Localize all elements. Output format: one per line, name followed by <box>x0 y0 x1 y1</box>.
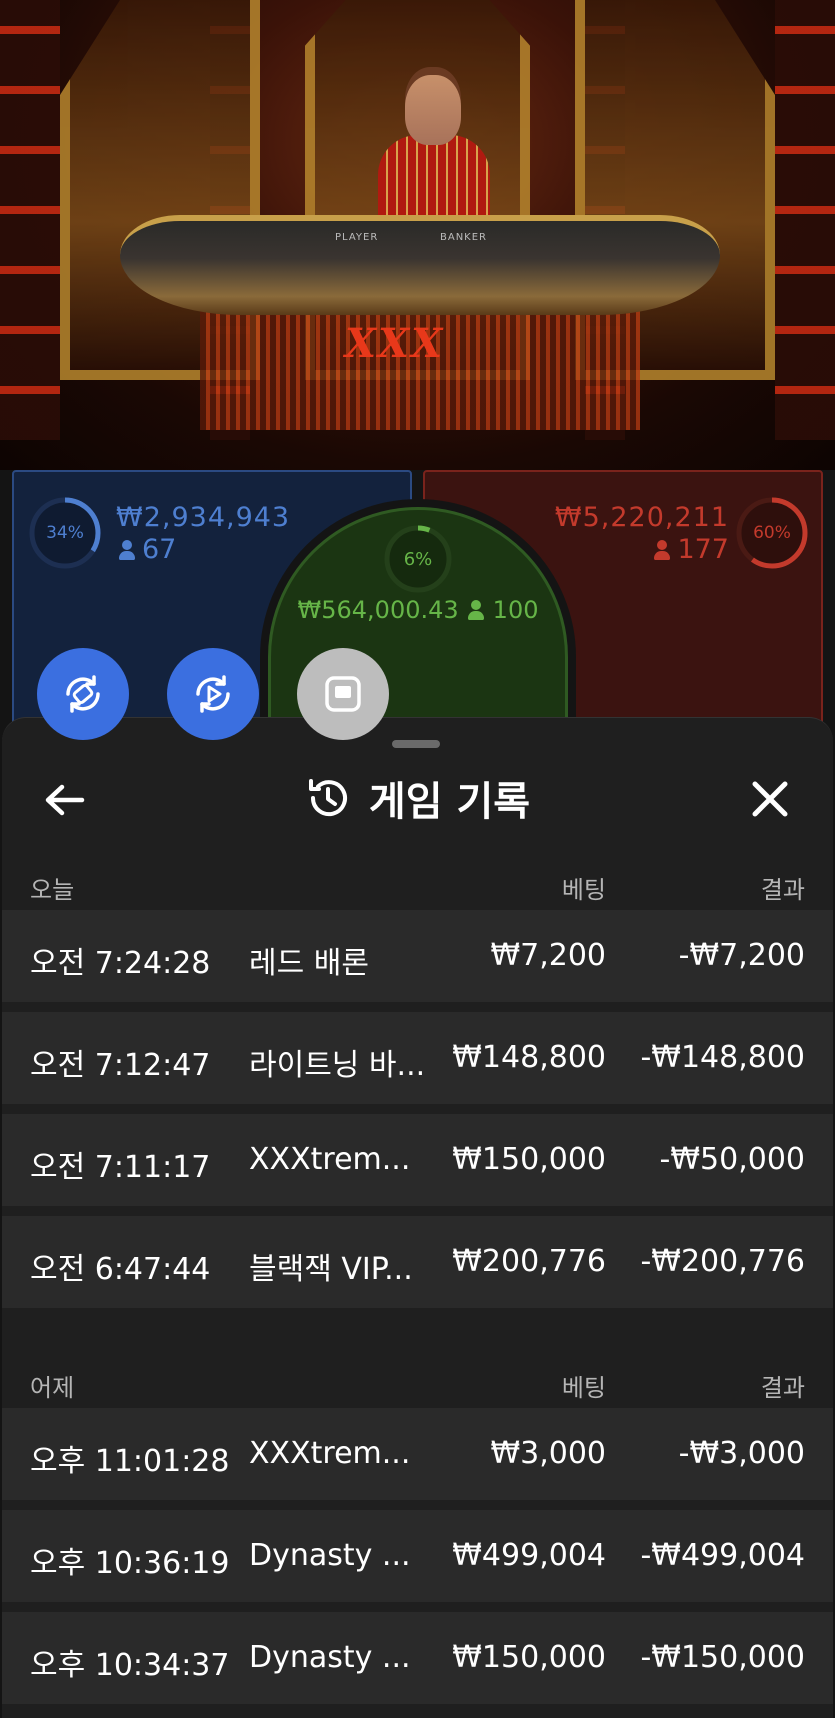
column-bet: 베팅 <box>561 1374 606 1402</box>
user-icon <box>467 600 485 620</box>
history-row[interactable]: 오전 7:24:28 레드 배론 ₩7,200 -₩7,200 <box>2 910 833 1002</box>
banker-bet-amount: ₩5,220,211 <box>554 502 729 533</box>
table-label-banker: BANKER <box>440 232 488 243</box>
row-result: -₩499,004 <box>640 1538 805 1573</box>
tie-bettor-count: 100 <box>492 596 539 624</box>
user-icon <box>653 539 671 560</box>
row-game: 라이트닝 바... <box>249 1048 426 1083</box>
row-result: -₩3,000 <box>678 1436 805 1471</box>
row-bet: ₩150,000 <box>452 1142 606 1177</box>
row-bet: ₩3,000 <box>490 1436 606 1471</box>
dealer-head <box>405 75 461 145</box>
game-history-sheet: 게임 기록 오늘 베팅 결과 오전 7:24:28 레드 배론 ₩7,200 -… <box>2 717 833 1718</box>
banker-percent: 60% <box>753 523 791 543</box>
user-icon <box>118 539 136 560</box>
section-header-today: 오늘 베팅 결과 <box>2 858 833 908</box>
row-result: -₩150,000 <box>640 1640 805 1675</box>
row-bet: ₩499,004 <box>452 1538 606 1573</box>
player-bettors: 67 <box>118 534 176 565</box>
close-button[interactable] <box>745 774 795 824</box>
arrow-left-icon <box>45 784 85 816</box>
tie-percent-ring: 6% <box>383 524 453 594</box>
stop-button[interactable] <box>297 648 389 740</box>
section-date: 오늘 <box>30 876 75 904</box>
row-time: 오전 7:24:28 <box>30 946 211 981</box>
player-percent: 34% <box>46 523 84 543</box>
live-video-stream: PLAYER BANKER XXX <box>0 0 835 470</box>
sheet-header: 게임 기록 <box>2 758 833 838</box>
page-title: 게임 기록 <box>2 758 833 838</box>
player-bettor-count: 67 <box>142 534 177 565</box>
row-time: 오전 7:12:47 <box>30 1048 211 1083</box>
section-date: 어제 <box>30 1374 75 1402</box>
tie-bet-amount: ₩564,000.43 <box>297 596 459 624</box>
column-result: 결과 <box>760 876 805 904</box>
row-game: 블랙잭 VIP... <box>249 1252 413 1287</box>
back-button[interactable] <box>40 778 90 822</box>
row-time: 오후 10:34:37 <box>30 1648 230 1683</box>
history-row[interactable]: 오전 7:12:47 라이트닝 바... ₩148,800 -₩148,800 <box>2 1012 833 1104</box>
row-game: Dynasty ... <box>249 1640 411 1675</box>
tie-percent: 6% <box>403 548 433 570</box>
repeat-bet-button[interactable] <box>37 648 129 740</box>
rotate-play-icon <box>196 675 230 713</box>
studio-pillar <box>775 0 835 440</box>
section-header-yesterday: 어제 베팅 결과 <box>2 1356 833 1406</box>
title-text: 게임 기록 <box>368 779 531 825</box>
row-time: 오후 10:36:19 <box>30 1546 230 1581</box>
stop-square-icon <box>325 676 361 712</box>
row-result: -₩148,800 <box>640 1040 805 1075</box>
row-game: XXXtrem... <box>249 1142 411 1177</box>
banker-bettor-count: 177 <box>677 534 729 565</box>
row-result: -₩7,200 <box>678 938 805 973</box>
row-result: -₩200,776 <box>640 1244 805 1279</box>
row-bet: ₩148,800 <box>452 1040 606 1075</box>
sheet-drag-handle[interactable] <box>392 740 440 748</box>
row-time: 오전 6:47:44 <box>30 1252 211 1287</box>
row-bet: ₩200,776 <box>452 1244 606 1279</box>
history-row[interactable]: 오전 6:47:44 블랙잭 VIP... ₩200,776 -₩200,776 <box>2 1216 833 1308</box>
row-time: 오전 7:11:17 <box>30 1150 211 1185</box>
row-game: XXXtrem... <box>249 1436 411 1471</box>
tie-stats: ₩564,000.43 100 <box>271 596 565 624</box>
column-bet: 베팅 <box>561 876 606 904</box>
rotate-chip-icon <box>66 675 100 713</box>
row-time: 오후 11:01:28 <box>30 1444 230 1479</box>
banker-percent-ring: 60% <box>735 496 809 570</box>
close-icon <box>752 781 788 817</box>
row-result: -₩50,000 <box>659 1142 805 1177</box>
baccarat-table <box>120 215 720 315</box>
player-bet-amount: ₩2,934,943 <box>116 502 291 533</box>
column-result: 결과 <box>760 1374 805 1402</box>
history-row[interactable]: 오후 10:36:19 Dynasty ... ₩499,004 -₩499,0… <box>2 1510 833 1602</box>
row-bet: ₩150,000 <box>452 1640 606 1675</box>
history-icon <box>308 779 347 817</box>
history-row[interactable]: 오후 10:34:37 Dynasty ... ₩150,000 -₩150,0… <box>2 1612 833 1704</box>
autoplay-button[interactable] <box>167 648 259 740</box>
player-percent-ring: 34% <box>28 496 102 570</box>
row-game: 레드 배론 <box>249 946 369 981</box>
table-label-player: PLAYER <box>335 232 379 243</box>
brand-logo: XXX <box>345 320 445 367</box>
row-game: Dynasty ... <box>249 1538 411 1573</box>
row-bet: ₩7,200 <box>490 938 606 973</box>
history-row[interactable]: 오전 7:11:17 XXXtrem... ₩150,000 -₩50,000 <box>2 1114 833 1206</box>
banker-bettors: 177 <box>653 534 729 565</box>
studio-pillar <box>0 0 60 440</box>
history-row[interactable]: 오후 11:01:28 XXXtrem... ₩3,000 -₩3,000 <box>2 1408 833 1500</box>
